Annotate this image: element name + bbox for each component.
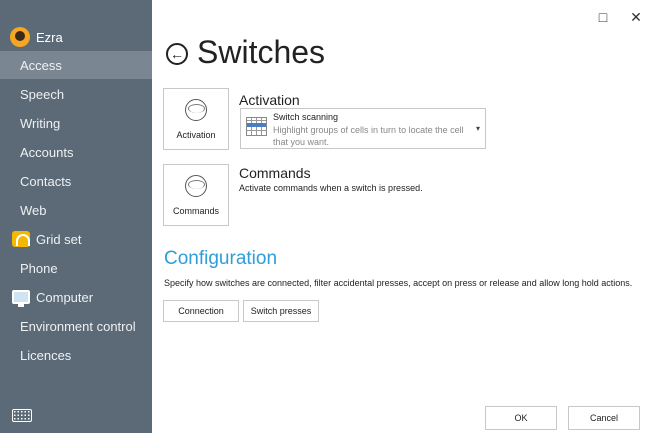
- commands-tile[interactable]: Commands: [163, 164, 229, 226]
- sidebar-item-label: Writing: [20, 115, 61, 131]
- computer-icon: [12, 289, 30, 307]
- sidebar-item-label: Web: [20, 202, 47, 218]
- user-name: Ezra: [36, 29, 63, 45]
- user-profile[interactable]: Ezra: [10, 26, 63, 48]
- configuration-title: Configuration: [164, 248, 278, 269]
- avatar: [10, 27, 30, 47]
- dropdown-title: Switch scanning: [273, 112, 339, 122]
- sidebar-item-web[interactable]: Web: [0, 196, 152, 224]
- sidebar-item-label: Access: [20, 57, 62, 73]
- chevron-down-icon: ▾: [475, 124, 480, 133]
- activation-dropdown[interactable]: Switch scanning Highlight groups of cell…: [240, 108, 486, 149]
- sidebar-item-grid-set[interactable]: Grid set: [0, 225, 152, 253]
- activation-tile[interactable]: Activation: [163, 88, 229, 150]
- sidebar-item-phone[interactable]: Phone: [0, 254, 152, 282]
- commands-description: Activate commands when a switch is press…: [239, 183, 423, 193]
- sidebar-item-environment-control[interactable]: Environment control: [0, 312, 152, 340]
- sidebar-item-label: Grid set: [36, 231, 82, 247]
- switch-scanning-icon: [246, 117, 267, 136]
- sidebar-item-computer[interactable]: Computer: [0, 283, 152, 311]
- page-title: Switches: [197, 34, 326, 70]
- sidebar-item-label: Environment control: [20, 318, 136, 334]
- switch-icon: [185, 99, 207, 121]
- commands-heading: Commands: [239, 165, 311, 181]
- sidebar-item-access[interactable]: Access: [0, 51, 152, 79]
- sidebar-item-label: Phone: [20, 260, 58, 276]
- sidebar-item-speech[interactable]: Speech: [0, 80, 152, 108]
- activation-tile-label: Activation: [176, 130, 216, 140]
- sidebar-item-licences[interactable]: Licences: [0, 341, 152, 369]
- switch-icon: [185, 175, 207, 197]
- configuration-description: Specify how switches are connected, filt…: [164, 278, 633, 288]
- sidebar-item-writing[interactable]: Writing: [0, 109, 152, 137]
- close-button[interactable]: ✕: [627, 8, 645, 26]
- switch-presses-button[interactable]: Switch presses: [243, 300, 319, 322]
- dropdown-description: Highlight groups of cells in turn to loc…: [273, 125, 464, 147]
- connection-button[interactable]: Connection: [163, 300, 239, 322]
- commands-tile-label: Commands: [172, 206, 219, 216]
- sidebar-item-label: Computer: [36, 289, 94, 305]
- back-arrow-icon[interactable]: ←: [166, 43, 188, 65]
- sidebar-item-label: Accounts: [20, 144, 74, 160]
- cancel-button[interactable]: Cancel: [568, 406, 640, 430]
- sidebar: Ezra Access Speech Writing Accounts Cont…: [0, 0, 152, 433]
- sidebar-item-label: Contacts: [20, 173, 72, 189]
- sidebar-item-label: Speech: [20, 86, 65, 102]
- ok-button[interactable]: OK: [485, 406, 557, 430]
- sidebar-item-accounts[interactable]: Accounts: [0, 138, 152, 166]
- maximize-button[interactable]: □: [594, 8, 612, 26]
- grid-set-icon: [12, 231, 30, 247]
- activation-heading: Activation: [239, 92, 300, 108]
- sidebar-item-label: Licences: [20, 347, 72, 363]
- keyboard-icon[interactable]: [12, 409, 32, 422]
- sidebar-item-contacts[interactable]: Contacts: [0, 167, 152, 195]
